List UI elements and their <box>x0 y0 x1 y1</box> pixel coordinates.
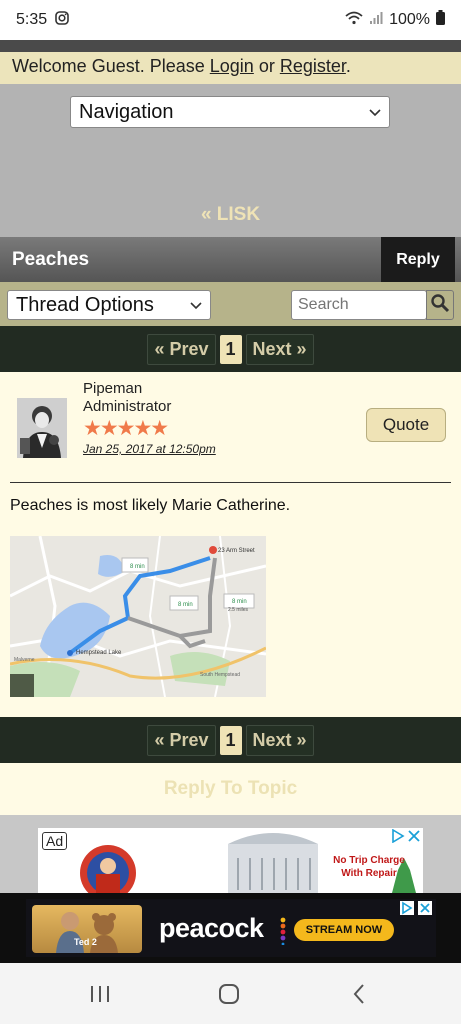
bottom-ad-bar: Ted 2 peacock STREAM NOW <box>0 893 461 963</box>
welcome-period: . <box>345 56 351 76</box>
chevron-down-icon <box>369 104 381 120</box>
wifi-icon <box>345 11 363 30</box>
current-page[interactable]: 1 <box>219 334 242 364</box>
map-distance-1: 2.5 miles <box>228 607 249 613</box>
welcome-or: or <box>253 56 280 76</box>
navigation-area: Navigation « LISK <box>0 84 461 237</box>
battery-level: 100% <box>389 11 430 28</box>
peacock-logo: peacock <box>159 913 264 943</box>
login-link[interactable]: Login <box>210 56 254 76</box>
status-time: 5:35 <box>16 11 48 28</box>
system-navigation-bar <box>0 963 461 1024</box>
navigation-select[interactable]: Navigation <box>70 96 390 128</box>
map-road-label: Malverne <box>14 657 35 663</box>
ad1-headline: No Trip Charge With Repair <box>333 855 405 879</box>
map-place-2: Hempstead Lake <box>76 650 122 656</box>
rating-stars: ★★★★★ <box>83 417 169 440</box>
status-bar: 5:35 100% <box>0 0 461 40</box>
reply-button[interactable]: Reply <box>381 237 455 282</box>
post-author-role: Administrator <box>83 398 172 415</box>
adchoices-icon[interactable] <box>391 828 405 848</box>
signal-icon <box>369 11 383 30</box>
recent-apps-button[interactable] <box>85 979 115 1009</box>
next-page-button[interactable]: Next » <box>245 333 314 365</box>
peacock-ad[interactable]: Ted 2 peacock STREAM NOW <box>26 899 436 957</box>
map-time-2: 8 min <box>178 602 193 608</box>
welcome-text: Welcome Guest. Please <box>12 56 210 76</box>
thread-toolbar: Thread Options <box>0 282 461 326</box>
thread-options-select[interactable]: Thread Options <box>7 290 211 320</box>
search-button[interactable] <box>426 290 454 320</box>
pagination-top: « Prev 1 Next » <box>0 326 461 372</box>
search-input[interactable] <box>291 290 427 320</box>
pagination-bottom: « Prev 1 Next » <box>0 717 461 763</box>
navigation-select-value: Navigation <box>79 100 174 123</box>
ad-area: Ad No Trip Charge With Repair <box>0 815 461 893</box>
map-time-3: 8 min <box>232 599 247 605</box>
map-time-1: 8 min <box>130 564 145 570</box>
instagram-icon <box>55 10 69 30</box>
prev-page-button[interactable]: « Prev <box>147 333 216 365</box>
close-ad-icon[interactable] <box>418 901 432 920</box>
map-place-1: 23 Arm Street <box>218 548 255 554</box>
banner-ad[interactable]: Ad No Trip Charge With Repair <box>38 828 423 893</box>
peacock-dots-icon <box>280 917 286 950</box>
post-date[interactable]: Jan 25, 2017 at 12:50pm <box>83 442 216 456</box>
ad-movie-caption: Ted 2 <box>74 937 97 947</box>
post: Pipeman Administrator ★★★★★ Jan 25, 2017… <box>0 372 461 717</box>
topic-title: Peaches <box>12 248 90 270</box>
search-icon <box>430 293 450 318</box>
battery-icon <box>436 10 445 30</box>
map-image[interactable]: 8 min 8 min 8 min 2.5 miles 23 Arm Stree… <box>10 536 266 697</box>
chevron-down-icon <box>190 297 202 313</box>
post-author[interactable]: Pipeman <box>83 380 142 397</box>
current-page[interactable]: 1 <box>219 725 242 755</box>
close-ad-icon[interactable] <box>407 829 421 848</box>
ad-badge: Ad <box>42 832 68 850</box>
back-to-board-link[interactable]: « LISK <box>0 204 461 226</box>
top-divider <box>0 40 461 52</box>
home-button[interactable] <box>214 979 244 1009</box>
stream-now-button[interactable]: STREAM NOW <box>294 919 394 941</box>
back-button[interactable] <box>344 979 374 1009</box>
quote-button[interactable]: Quote <box>366 408 446 442</box>
thread-options-value: Thread Options <box>16 293 154 316</box>
welcome-bar: Welcome Guest. Please Login or Register. <box>0 52 461 84</box>
topic-header: Peaches Reply <box>0 237 461 282</box>
prev-page-button[interactable]: « Prev <box>147 724 216 756</box>
post-body: Peaches is most likely Marie Catherine. <box>10 497 291 514</box>
adchoices-icon[interactable] <box>400 901 414 920</box>
reply-to-topic-link[interactable]: Reply To Topic <box>164 778 297 800</box>
post-divider <box>10 482 451 483</box>
reply-to-topic-area: Reply To Topic <box>0 763 461 815</box>
register-link[interactable]: Register <box>280 56 346 76</box>
map-area-label: South Hempstead <box>200 672 240 678</box>
next-page-button[interactable]: Next » <box>245 724 314 756</box>
avatar[interactable] <box>17 398 67 458</box>
